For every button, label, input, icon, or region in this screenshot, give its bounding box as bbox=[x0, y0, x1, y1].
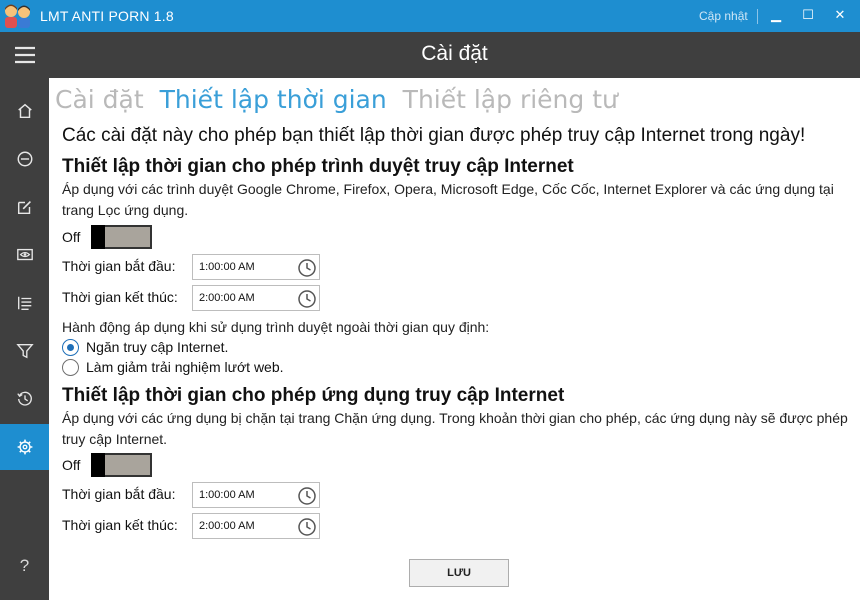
app-start-time-value: 1:00:00 AM bbox=[199, 489, 255, 501]
close-button[interactable]: ✕ bbox=[826, 4, 854, 28]
sidebar-item-settings[interactable] bbox=[0, 424, 49, 470]
save-button[interactable]: LƯU bbox=[409, 559, 509, 587]
screen-eye-icon bbox=[16, 248, 33, 261]
browser-toggle-row: Off bbox=[62, 225, 152, 249]
sidebar: ? bbox=[0, 32, 49, 600]
sidebar-item-block[interactable] bbox=[0, 136, 49, 182]
browser-start-time-label: Thời gian bắt đầu: bbox=[62, 258, 176, 274]
help-button[interactable]: ? bbox=[0, 556, 49, 580]
tab-bar: Cài đặt Thiết lập thời gian Thiết lập ri… bbox=[55, 85, 626, 114]
radio-degrade-browsing[interactable]: Làm giảm trải nghiệm lướt web. bbox=[62, 357, 284, 377]
update-link[interactable]: Cập nhật bbox=[699, 9, 748, 23]
app-toggle-label: Off bbox=[62, 457, 81, 473]
browser-toggle-label: Off bbox=[62, 229, 81, 245]
tab-privacy-settings[interactable]: Thiết lập riêng tư bbox=[403, 85, 618, 114]
tab-time-settings[interactable]: Thiết lập thời gian bbox=[160, 85, 387, 114]
clock-icon[interactable] bbox=[297, 258, 317, 278]
toggle-knob bbox=[91, 453, 105, 477]
page-header: Cài đặt bbox=[49, 32, 860, 78]
list-icon bbox=[17, 296, 31, 310]
browser-section-title: Thiết lập thời gian cho phép trình duyệt… bbox=[62, 156, 574, 177]
clock-icon[interactable] bbox=[297, 486, 317, 506]
clock-icon[interactable] bbox=[297, 517, 317, 537]
browser-action-label: Hành động áp dụng khi sử dụng trình duyệ… bbox=[62, 319, 490, 335]
app-section-description: Áp dụng với các ứng dụng bị chặn tại tra… bbox=[62, 410, 848, 447]
browser-section-description: Áp dụng với các trình duyệt Google Chrom… bbox=[62, 181, 834, 218]
browser-start-time-value: 1:00:00 AM bbox=[199, 261, 255, 273]
settings-icon bbox=[17, 439, 32, 455]
app-time-toggle[interactable] bbox=[91, 453, 152, 477]
history-icon bbox=[16, 391, 32, 406]
radio-block-internet[interactable]: Ngăn truy cập Internet. bbox=[62, 337, 228, 357]
app-end-time-label: Thời gian kết thúc: bbox=[62, 517, 178, 533]
browser-end-time-label: Thời gian kết thúc: bbox=[62, 289, 178, 305]
block-icon bbox=[17, 151, 32, 167]
app-section-title: Thiết lập thời gian cho phép ứng dụng tr… bbox=[62, 385, 565, 406]
app-toggle-row: Off bbox=[62, 453, 152, 477]
radio-label-degrade-browsing: Làm giảm trải nghiệm lướt web. bbox=[86, 359, 284, 375]
browser-time-toggle[interactable] bbox=[91, 225, 152, 249]
toggle-knob bbox=[91, 225, 105, 249]
minimize-button[interactable]: ▁ bbox=[762, 4, 790, 28]
app-start-time-picker[interactable]: 1:00:00 AM bbox=[192, 482, 320, 508]
sidebar-item-home[interactable] bbox=[0, 88, 49, 134]
menu-toggle-button[interactable] bbox=[0, 32, 49, 78]
browser-end-time-value: 2:00:00 AM bbox=[199, 292, 255, 304]
tab-general-settings[interactable]: Cài đặt bbox=[55, 85, 144, 114]
title-bar: LMT ANTI PORN 1.8 Cập nhật ▁ ☐ ✕ bbox=[0, 0, 860, 32]
browser-start-time-picker[interactable]: 1:00:00 AM bbox=[192, 254, 320, 280]
sidebar-item-filter[interactable] bbox=[0, 328, 49, 374]
browser-end-time-picker[interactable]: 2:00:00 AM bbox=[192, 285, 320, 311]
maximize-button[interactable]: ☐ bbox=[794, 4, 822, 28]
page-title: Cài đặt bbox=[421, 42, 488, 65]
radio-label-block-internet: Ngăn truy cập Internet. bbox=[86, 339, 229, 355]
sidebar-item-list[interactable] bbox=[0, 280, 49, 326]
sidebar-item-history[interactable] bbox=[0, 376, 49, 422]
app-start-time-label: Thời gian bắt đầu: bbox=[62, 486, 176, 502]
intro-text: Các cài đặt này cho phép bạn thiết lập t… bbox=[62, 125, 806, 146]
menu-icon bbox=[14, 46, 35, 64]
radio-button[interactable] bbox=[62, 358, 79, 376]
sidebar-item-edit[interactable] bbox=[0, 184, 49, 230]
app-end-time-value: 2:00:00 AM bbox=[199, 520, 255, 532]
sidebar-item-screen[interactable] bbox=[0, 232, 49, 278]
app-title: LMT ANTI PORN 1.8 bbox=[40, 8, 174, 24]
radio-button-checked[interactable] bbox=[62, 338, 79, 356]
titlebar-divider bbox=[757, 9, 758, 24]
home-icon bbox=[17, 103, 32, 119]
filter-icon bbox=[15, 344, 34, 359]
clock-icon[interactable] bbox=[297, 289, 317, 309]
app-end-time-picker[interactable]: 2:00:00 AM bbox=[192, 513, 320, 539]
app-logo-icon bbox=[5, 4, 30, 28]
edit-icon bbox=[17, 201, 31, 215]
